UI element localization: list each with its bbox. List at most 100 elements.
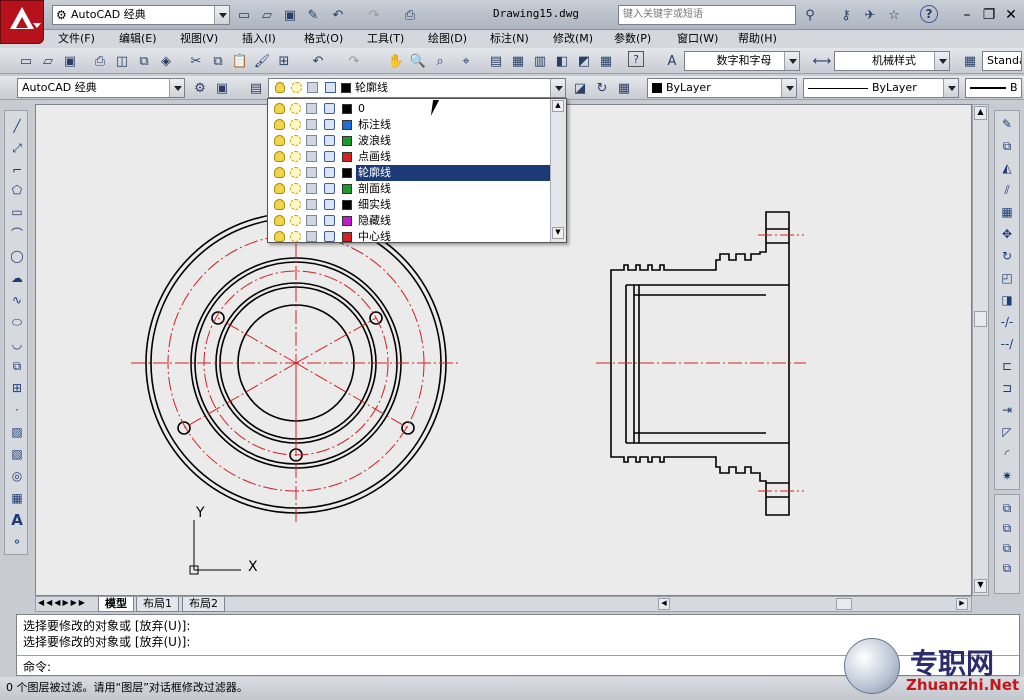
plot-icon[interactable]: ⎙ — [90, 51, 110, 71]
layer-thaw-sun-icon[interactable] — [290, 119, 301, 130]
redo-icon[interactable]: ↷ — [344, 51, 364, 71]
fillet-icon[interactable]: ◜ — [998, 445, 1016, 463]
layer-thaw-sun-icon[interactable] — [290, 183, 301, 194]
send-under-icon[interactable]: ⧉ — [998, 559, 1016, 577]
layer-list-item[interactable]: 细实线 — [270, 197, 550, 213]
linetype-combo[interactable]: ByLayer — [803, 78, 959, 98]
lineweight-combo[interactable]: B — [965, 78, 1022, 98]
explode-icon[interactable]: ✷ — [998, 467, 1016, 485]
text-style-icon[interactable]: A — [662, 51, 682, 71]
markup-icon[interactable]: ◩ — [574, 51, 594, 71]
zoom-realtime-icon[interactable]: 🔍 — [408, 51, 428, 71]
chevron-down-icon[interactable] — [784, 52, 799, 70]
region-icon[interactable]: ◎ — [8, 467, 26, 485]
workspace-combo-2[interactable]: AutoCAD 经典 — [17, 78, 185, 98]
layer-on-bulb-icon[interactable] — [274, 199, 285, 210]
send-back-icon[interactable]: ⧉ — [998, 519, 1016, 537]
workspace-combo[interactable]: ⚙ AutoCAD 经典 — [52, 5, 230, 25]
menu-help[interactable]: 帮助(H) — [738, 30, 777, 48]
help-icon[interactable]: ? — [628, 51, 644, 67]
layer-on-bulb-icon[interactable] — [274, 215, 285, 226]
match-properties-icon[interactable]: 🖌 — [252, 51, 272, 71]
quickcalc-icon[interactable]: ▦ — [596, 51, 616, 71]
menu-modify[interactable]: 修改(M) — [553, 30, 593, 48]
vertical-scrollbar[interactable]: ▲ ▼ — [972, 104, 989, 596]
layer-list-scrollbar[interactable]: ▲ ▼ — [550, 99, 566, 242]
layer-on-bulb-icon[interactable] — [274, 135, 285, 146]
application-menu-button[interactable] — [0, 0, 44, 44]
offset-icon[interactable]: ⫽ — [998, 181, 1016, 199]
chevron-down-icon[interactable] — [934, 52, 949, 70]
layer-color-swatch[interactable] — [342, 152, 352, 162]
copy-icon[interactable]: ⧉ — [208, 51, 228, 71]
layer-state-icon[interactable]: ▦ — [614, 78, 634, 98]
workspace-settings-icon[interactable]: ⚙ — [190, 78, 210, 98]
layer-viewport-freeze-icon[interactable] — [306, 215, 317, 226]
layer-viewport-freeze-icon[interactable] — [306, 231, 317, 242]
layer-viewport-freeze-icon[interactable] — [306, 199, 317, 210]
restore-button[interactable]: ❐ — [978, 4, 1000, 26]
layer-unlock-icon[interactable] — [324, 119, 335, 130]
layer-on-bulb-icon[interactable] — [274, 151, 285, 162]
layer-list-item[interactable]: 轮廓线 — [270, 165, 550, 181]
copy-object-icon[interactable]: ⧉ — [998, 137, 1016, 155]
scroll-up-icon[interactable]: ▲ — [552, 100, 564, 112]
scroll-right-icon[interactable]: ▶ — [956, 598, 968, 610]
polygon-icon[interactable]: ⬠ — [8, 181, 26, 199]
layer-list-item[interactable]: 标注线 — [270, 117, 550, 133]
chevron-down-icon[interactable] — [214, 6, 229, 24]
layer-thaw-sun-icon[interactable] — [290, 199, 301, 210]
layer-viewport-freeze-icon[interactable] — [306, 103, 317, 114]
minimize-button[interactable]: – — [956, 4, 978, 26]
menu-format[interactable]: 格式(O) — [304, 30, 343, 48]
layer-unlock-icon[interactable] — [324, 199, 335, 210]
paste-icon[interactable]: 📋 — [230, 51, 250, 71]
layer-viewport-freeze-icon[interactable] — [306, 183, 317, 194]
text-style-combo[interactable]: 数字和字母 — [684, 51, 800, 71]
layer-list-item[interactable]: 波浪线 — [270, 133, 550, 149]
ellipse-icon[interactable]: ⬭ — [8, 313, 26, 331]
menu-parameter[interactable]: 参数(P) — [614, 30, 651, 48]
workspace-save-icon[interactable]: ▣ — [212, 78, 232, 98]
layer-unlock-icon[interactable] — [324, 231, 335, 242]
add-selected-icon[interactable]: ⚬ — [8, 533, 26, 551]
key-icon[interactable]: ⚷ — [836, 5, 856, 25]
erase-icon[interactable]: ✎ — [998, 115, 1016, 133]
tab-nav-icons[interactable]: ◀◀◀▶▶▶ — [38, 598, 87, 607]
layer-viewport-freeze-icon[interactable] — [306, 151, 317, 162]
stretch-icon[interactable]: ◨ — [998, 291, 1016, 309]
join-icon[interactable]: ⇥ — [998, 401, 1016, 419]
menu-tools[interactable]: 工具(T) — [367, 30, 404, 48]
scroll-down-icon[interactable]: ▼ — [552, 227, 564, 239]
layer-color-swatch[interactable] — [342, 232, 352, 242]
layer-combo[interactable]: 轮廓线 — [268, 78, 566, 98]
new-icon[interactable]: ▭ — [234, 5, 254, 25]
layer-unlock-icon[interactable] — [324, 151, 335, 162]
layer-on-bulb-icon[interactable] — [274, 231, 285, 242]
arc-icon[interactable]: ⌒ — [8, 225, 26, 243]
layer-unlock-icon[interactable] — [324, 103, 335, 114]
layer-color-swatch[interactable] — [342, 168, 352, 178]
layer-thaw-sun-icon[interactable] — [290, 151, 301, 162]
bring-front-icon[interactable]: ⧉ — [998, 499, 1016, 517]
layer-list-item[interactable]: 0 — [270, 101, 550, 117]
undo-icon[interactable]: ↶ — [328, 5, 348, 25]
qnew-icon[interactable]: ▭ — [16, 51, 36, 71]
hatch-icon[interactable]: ▨ — [8, 423, 26, 441]
color-combo[interactable]: ByLayer — [647, 78, 797, 98]
menu-insert[interactable]: 插入(I) — [242, 30, 276, 48]
pan-icon[interactable]: ✋ — [386, 51, 406, 71]
print-icon[interactable]: ⎙ — [400, 5, 420, 25]
chevron-down-icon[interactable] — [781, 79, 796, 97]
line-icon[interactable]: ╱ — [8, 117, 26, 135]
save-icon[interactable]: ▣ — [60, 51, 80, 71]
favorites-star-icon[interactable]: ☆ — [884, 5, 904, 25]
circle-icon[interactable]: ◯ — [8, 247, 26, 265]
zoom-window-icon[interactable]: ⌕ — [430, 51, 450, 71]
rectangle-icon[interactable]: ▭ — [8, 203, 26, 221]
layer-viewport-freeze-icon[interactable] — [306, 119, 317, 130]
dim-style-combo[interactable]: 机械样式 — [834, 51, 950, 71]
layer-unlock-icon[interactable] — [324, 183, 335, 194]
layer-list-item[interactable]: 中心线 — [270, 229, 550, 245]
layer-on-bulb-icon[interactable] — [274, 119, 285, 130]
